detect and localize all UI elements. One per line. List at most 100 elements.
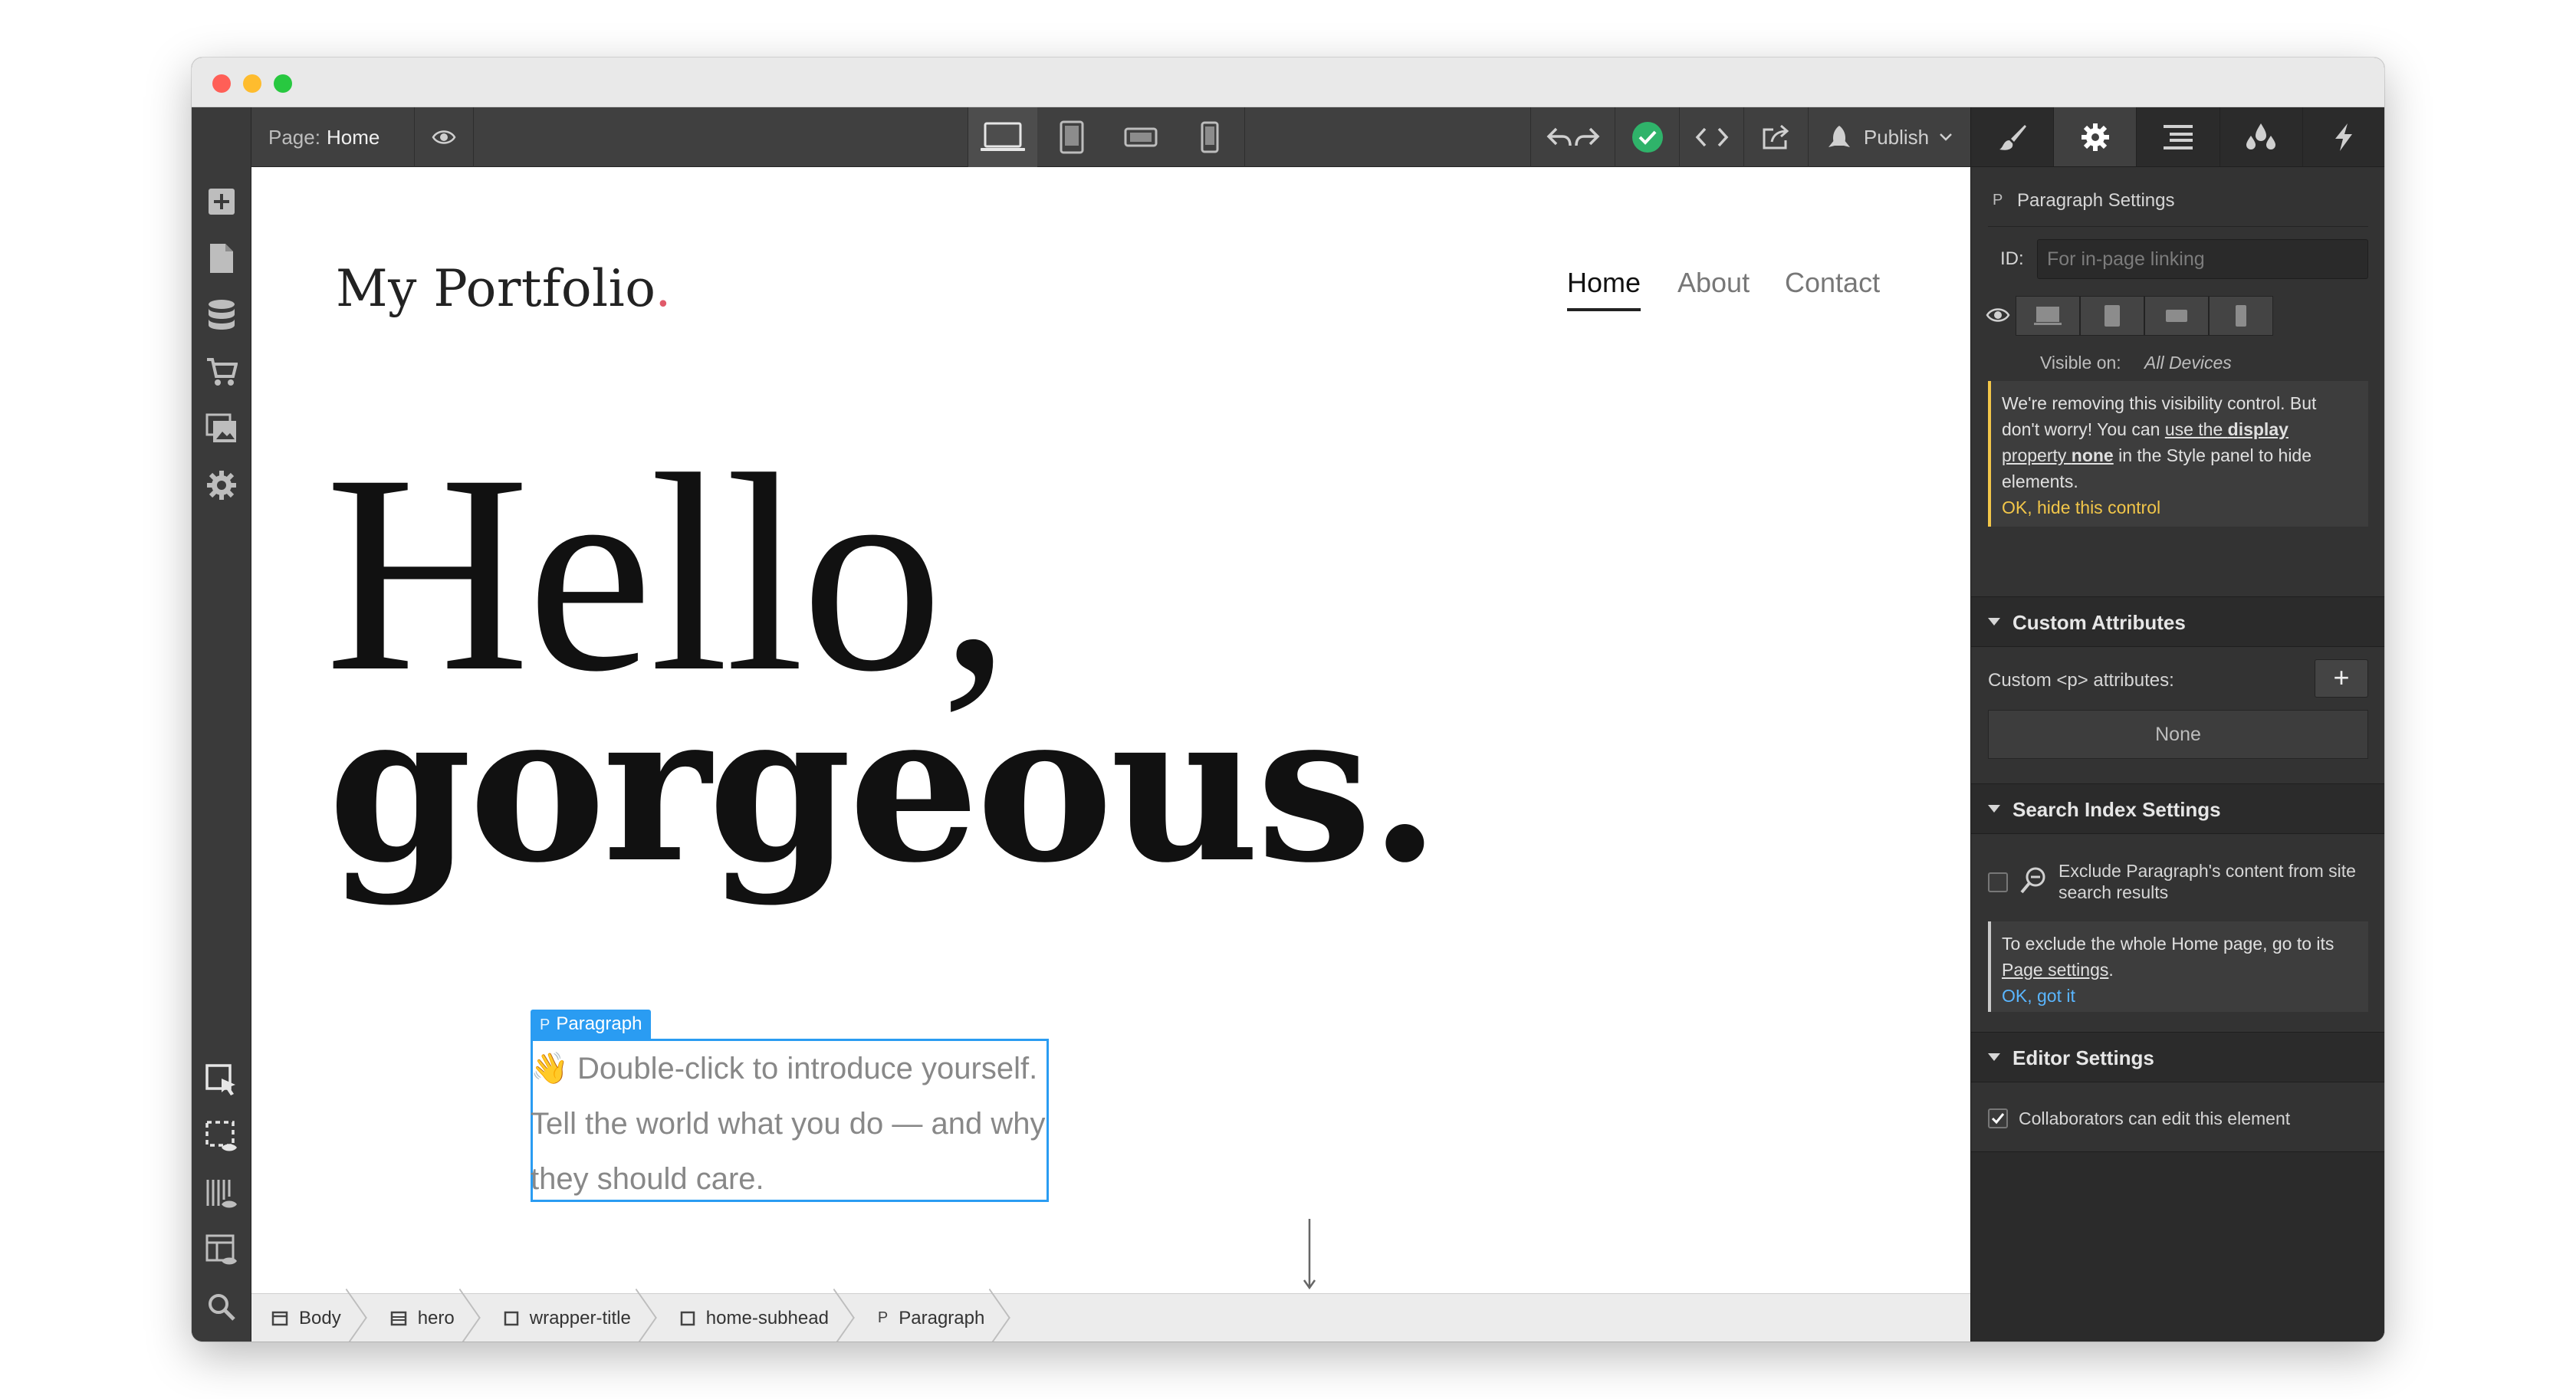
tab-style[interactable] xyxy=(1971,107,2055,166)
visibility-tablet-icon[interactable] xyxy=(2080,296,2144,336)
div-icon xyxy=(504,1311,519,1326)
visibility-deprecation-note: We're removing this visibility control. … xyxy=(1988,381,2368,527)
checkmark-icon xyxy=(1991,1113,2005,1125)
collaborators-edit-checkbox[interactable] xyxy=(1988,1108,2008,1128)
minimize-window-button[interactable] xyxy=(243,74,261,93)
select-element-icon[interactable] xyxy=(192,1052,251,1108)
tablet-breakpoint-icon[interactable] xyxy=(1037,107,1106,167)
window-titlebar xyxy=(192,57,2384,107)
search-exclude-icon xyxy=(2019,865,2051,901)
tab-navigator[interactable] xyxy=(2137,107,2220,166)
breadcrumb-hero[interactable]: hero xyxy=(370,1294,484,1342)
collapse-triangle-icon xyxy=(1988,805,2000,813)
section-title: Editor Settings xyxy=(2013,1046,2154,1069)
navigator-layers-icon xyxy=(2164,124,2193,149)
ecommerce-cart-icon[interactable] xyxy=(192,343,251,400)
toolbar-actions: Publish xyxy=(1530,107,1970,167)
left-toolbar xyxy=(192,107,251,1342)
mobile-landscape-breakpoint-icon[interactable] xyxy=(1106,107,1175,167)
chevron-down-icon xyxy=(1940,133,1953,141)
breakpoint-switcher xyxy=(968,107,1245,167)
collapse-triangle-icon xyxy=(1988,1053,2000,1061)
body-icon xyxy=(271,1311,288,1326)
hero-paragraph[interactable]: 👋 Double-click to introduce yourself. Te… xyxy=(531,1041,1049,1207)
id-input[interactable]: For in-page linking xyxy=(2037,239,2368,279)
panel-title: Paragraph Settings xyxy=(2017,190,2175,211)
panel-empty-area xyxy=(1971,1152,2384,1342)
got-it-link[interactable]: OK, got it xyxy=(2002,983,2358,1009)
hero-paragraph-text: Double-click to introduce yourself. Tell… xyxy=(531,1052,1046,1196)
page-name: Home xyxy=(326,126,380,149)
add-elements-icon[interactable] xyxy=(192,173,251,230)
x-ray-mode-icon[interactable] xyxy=(192,1165,251,1222)
scroll-down-arrow-icon xyxy=(1302,1217,1317,1295)
breadcrumb-label: Paragraph xyxy=(899,1307,985,1328)
tab-settings[interactable] xyxy=(2054,107,2137,166)
assets-images-icon[interactable] xyxy=(192,400,251,457)
site-logo[interactable]: My Portfolio. xyxy=(336,259,672,318)
visibility-device-toggles xyxy=(2016,296,2273,336)
waving-hand-icon: 👋 xyxy=(531,1052,569,1085)
div-icon xyxy=(680,1311,695,1326)
nav-link-home[interactable]: Home xyxy=(1567,267,1641,299)
nav-link-about[interactable]: About xyxy=(1677,267,1750,299)
desktop-breakpoint-icon[interactable] xyxy=(968,107,1037,167)
nav-link-contact[interactable]: Contact xyxy=(1785,267,1880,299)
search-index-note: To exclude the whole Home page, go to it… xyxy=(1988,921,2368,1012)
code-export-icon[interactable] xyxy=(1679,107,1743,167)
exclude-search-checkbox[interactable] xyxy=(1988,872,2008,892)
save-status-check-icon[interactable] xyxy=(1615,107,1679,167)
settings-panel: P Paragraph Settings ID: For in-page lin… xyxy=(1970,107,2384,1342)
undo-redo-group xyxy=(1530,107,1615,167)
visibility-desktop-icon[interactable] xyxy=(2016,296,2080,336)
close-window-button[interactable] xyxy=(212,74,231,93)
mobile-portrait-breakpoint-icon[interactable] xyxy=(1175,107,1244,167)
visibility-mobile-landscape-icon[interactable] xyxy=(2144,296,2209,336)
search-icon[interactable] xyxy=(192,1279,251,1335)
custom-attributes-label: Custom <p> attributes: xyxy=(1988,670,2174,691)
add-attribute-button[interactable]: + xyxy=(2315,659,2368,698)
breadcrumb-wrapper-title[interactable]: wrapper-title xyxy=(484,1294,660,1342)
nav-active-underline xyxy=(1567,308,1641,311)
editor-settings-section-header[interactable]: Editor Settings xyxy=(1971,1032,2384,1082)
section-title: Search Index Settings xyxy=(2013,798,2221,821)
project-settings-gear-icon[interactable] xyxy=(192,457,251,514)
collaborators-edit-label: Collaborators can edit this element xyxy=(2019,1108,2291,1128)
breadcrumb-label: wrapper-title xyxy=(529,1307,631,1328)
help-video-icon[interactable] xyxy=(192,1334,251,1342)
page-selector[interactable]: Page: Home xyxy=(268,107,380,167)
paragraph-tag-icon: P xyxy=(540,1016,550,1033)
redo-icon[interactable] xyxy=(1573,126,1601,149)
preview-eye-icon[interactable] xyxy=(414,107,474,167)
share-icon[interactable] xyxy=(1743,107,1808,167)
hero-heading-line-2[interactable]: gorgeous. xyxy=(328,673,1441,903)
custom-attributes-section-header[interactable]: Custom Attributes xyxy=(1971,596,2384,647)
maximize-window-button[interactable] xyxy=(274,74,292,93)
publish-button[interactable]: Publish xyxy=(1808,107,1970,167)
hide-control-link[interactable]: OK, hide this control xyxy=(2002,494,2358,521)
selected-element-tag[interactable]: P Paragraph xyxy=(531,1010,652,1039)
collapse-triangle-icon xyxy=(1988,618,2000,626)
visible-on-value: All Devices xyxy=(2144,353,2232,373)
droplets-icon xyxy=(2246,123,2276,149)
pages-icon[interactable] xyxy=(192,230,251,287)
breadcrumb-body[interactable]: Body xyxy=(251,1294,370,1342)
designer-toolbar: W Page:Home xyxy=(192,107,1970,167)
page-settings-link[interactable]: Page settings xyxy=(2002,960,2108,980)
note-text: To exclude the whole Home page, go to it… xyxy=(2002,934,2334,954)
preview-layout-icon[interactable] xyxy=(192,1222,251,1279)
visibility-mobile-portrait-icon[interactable] xyxy=(2209,296,2273,336)
show-element-edges-icon[interactable] xyxy=(192,1108,251,1165)
tab-style-manager[interactable] xyxy=(2220,107,2303,166)
breadcrumb-paragraph[interactable]: P Paragraph xyxy=(858,1294,1014,1342)
page-label: Page: xyxy=(268,126,320,149)
undo-icon[interactable] xyxy=(1546,126,1573,149)
cms-database-icon[interactable] xyxy=(192,287,251,343)
lightning-bolt-icon xyxy=(2335,123,2353,151)
tab-interactions[interactable] xyxy=(2303,107,2384,166)
breadcrumb-home-subhead[interactable]: home-subhead xyxy=(660,1294,858,1342)
search-index-section-header[interactable]: Search Index Settings xyxy=(1971,783,2384,834)
panel-tabs xyxy=(1971,107,2384,167)
design-canvas[interactable]: My Portfolio. Home About Contact Hello, … xyxy=(251,167,1970,1342)
selected-element-label: Paragraph xyxy=(556,1013,642,1034)
